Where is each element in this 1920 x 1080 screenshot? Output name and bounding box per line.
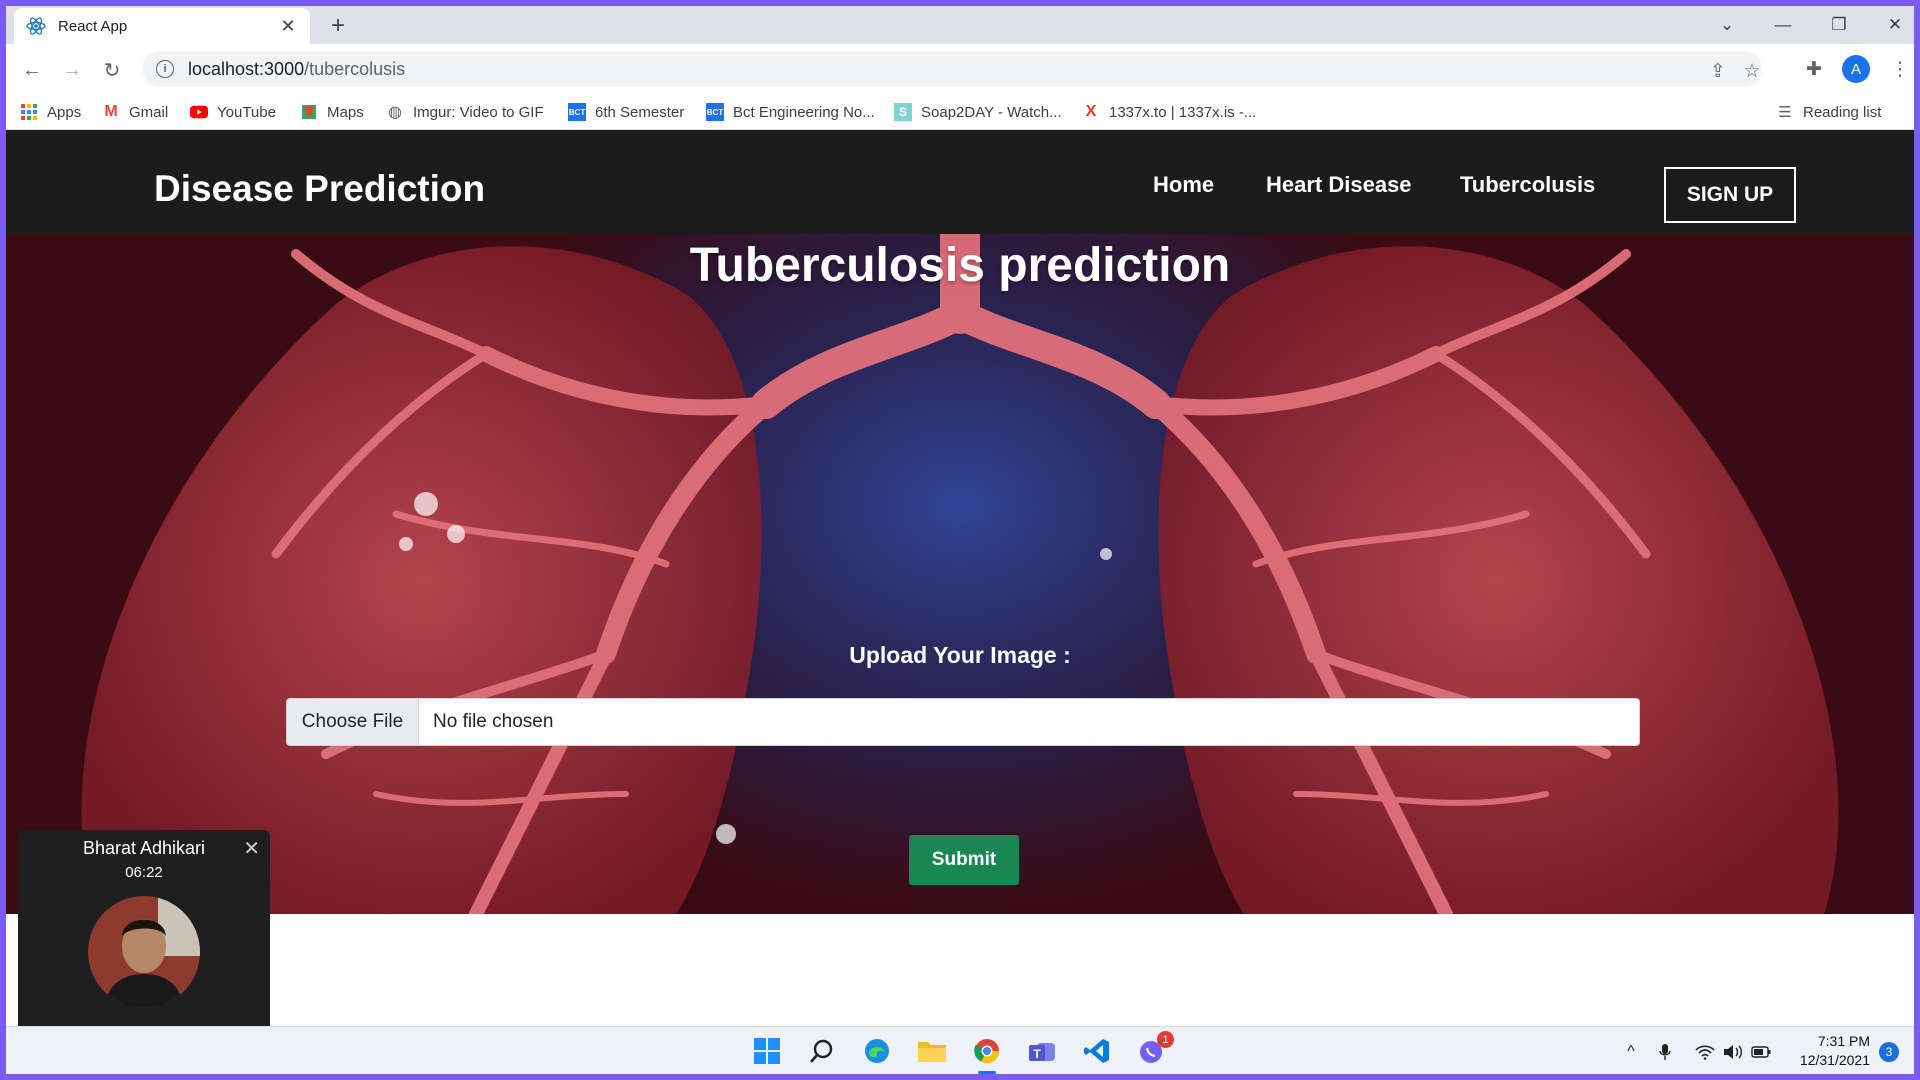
- 1337x-icon: X: [1085, 103, 1097, 120]
- lungs-background-image: [6, 234, 1914, 914]
- profile-avatar[interactable]: A: [1842, 55, 1870, 83]
- share-icon[interactable]: ⇪: [1706, 59, 1730, 83]
- restore-button[interactable]: ❐: [1811, 6, 1867, 44]
- address-bar[interactable]: i localhost:3000/tubercolusis ⇪ ☆: [142, 51, 1762, 87]
- clock-date: 12/31/2021: [1799, 1052, 1870, 1068]
- bookmark-1337x[interactable]: X 1337x.to | 1337x.is -...: [1082, 102, 1257, 122]
- close-window-button[interactable]: ✕: [1867, 6, 1914, 44]
- tab-strip: React App ✕ + ⌄ — ❐ ✕: [6, 6, 1914, 44]
- file-explorer-icon[interactable]: [916, 1035, 948, 1067]
- volume-icon[interactable]: [1722, 1041, 1744, 1063]
- soap2day-icon: S: [894, 103, 912, 121]
- bct-icon: BCT: [706, 103, 724, 121]
- bookmarks-bar: Apps M Gmail YouTube Maps ◍ Imgur: Video t…: [6, 94, 1914, 130]
- vscode-icon[interactable]: [1081, 1035, 1113, 1067]
- tab-react-app[interactable]: React App ✕: [14, 8, 310, 44]
- choose-file-button[interactable]: Choose File: [287, 699, 419, 745]
- reading-list-icon: ☰: [1778, 104, 1792, 121]
- signup-button[interactable]: SIGN UP: [1664, 167, 1796, 223]
- bookmark-imgur[interactable]: ◍ Imgur: Video to GIF: [386, 102, 544, 122]
- bookmark-youtube[interactable]: YouTube: [190, 102, 276, 122]
- svg-text:T: T: [1033, 1047, 1041, 1061]
- globe-icon: ◍: [388, 104, 402, 121]
- close-tab-icon[interactable]: ✕: [278, 16, 298, 37]
- maps-icon: [300, 103, 318, 121]
- react-icon: [26, 16, 46, 36]
- minimize-button[interactable]: —: [1755, 6, 1811, 44]
- bookmark-star-icon[interactable]: ☆: [1740, 59, 1764, 83]
- apps-grid-icon: [20, 103, 38, 121]
- back-icon[interactable]: ←: [18, 56, 46, 84]
- bookmark-6th-semester[interactable]: BCT 6th Semester: [568, 102, 684, 122]
- tab-search-icon[interactable]: ⌄: [1699, 6, 1755, 44]
- browser-window: React App ✕ + ⌄ — ❐ ✕ ← → ↻ i localhost:…: [6, 6, 1914, 1074]
- url-text: localhost:3000/tubercolusis: [188, 58, 406, 79]
- page-title: Tuberculosis prediction: [689, 239, 1231, 292]
- search-icon[interactable]: [806, 1035, 838, 1067]
- page-content: Disease Prediction Home Heart Disease Tu…: [6, 130, 1914, 1026]
- bookmark-maps[interactable]: Maps: [300, 102, 364, 122]
- site-brand[interactable]: Disease Prediction: [154, 168, 485, 210]
- viber-badge: 1: [1157, 1031, 1174, 1048]
- battery-icon[interactable]: [1750, 1041, 1772, 1063]
- edge-icon[interactable]: [861, 1035, 893, 1067]
- caller-avatar: [88, 896, 200, 1008]
- site-info-icon[interactable]: i: [156, 60, 174, 78]
- call-duration: 06:22: [125, 864, 163, 881]
- teams-icon[interactable]: T: [1026, 1035, 1058, 1067]
- file-status-text: No file chosen: [433, 711, 554, 732]
- active-app-indicator: [978, 1071, 996, 1074]
- submit-button[interactable]: Submit: [909, 835, 1019, 885]
- chevron-up-icon[interactable]: ^: [1620, 1041, 1642, 1063]
- extensions-icon[interactable]: ✚: [1802, 57, 1826, 81]
- notification-badge[interactable]: 3: [1879, 1042, 1899, 1062]
- upload-label: Upload Your Image :: [849, 642, 1071, 668]
- site-navbar: Disease Prediction Home Heart Disease Tu…: [6, 130, 1914, 234]
- reload-icon[interactable]: ↻: [98, 56, 126, 84]
- youtube-icon: [190, 103, 208, 121]
- system-clock[interactable]: 7:31 PM 12/31/2021: [1780, 1032, 1870, 1070]
- browser-toolbar: ← → ↻ i localhost:3000/tubercolusis ⇪ ☆ …: [6, 44, 1914, 94]
- tab-title: React App: [58, 17, 128, 35]
- bookmark-soap2day[interactable]: S Soap2DAY - Watch...: [894, 102, 1062, 122]
- nav-tubercolusis[interactable]: Tubercolusis: [1460, 172, 1595, 198]
- chrome-icon[interactable]: [971, 1035, 1003, 1067]
- clock-time: 7:31 PM: [1817, 1033, 1870, 1049]
- nav-heart-disease[interactable]: Heart Disease: [1266, 172, 1412, 198]
- nav-home[interactable]: Home: [1153, 172, 1214, 198]
- windows-start-icon[interactable]: [751, 1035, 783, 1067]
- microphone-tray-icon[interactable]: [1654, 1041, 1676, 1063]
- bookmark-apps[interactable]: Apps: [20, 102, 81, 122]
- hero-section: Tuberculosis prediction Upload Your Imag…: [6, 234, 1914, 914]
- bookmark-bct-engineering[interactable]: BCT Bct Engineering No...: [706, 102, 875, 122]
- caller-name: Bharat Adhikari: [82, 838, 206, 858]
- gmail-icon: M: [104, 103, 118, 120]
- windows-taskbar: T 1 ^ 7:31 PM 12/31/2021 3: [6, 1026, 1914, 1074]
- close-call-widget-icon[interactable]: ✕: [243, 836, 260, 861]
- reading-list[interactable]: ☰ Reading list: [1776, 102, 1881, 122]
- file-input[interactable]: Choose File No file chosen: [286, 698, 1640, 746]
- bookmark-gmail[interactable]: M Gmail: [102, 102, 168, 122]
- forward-icon[interactable]: →: [58, 56, 86, 84]
- wifi-icon[interactable]: [1694, 1041, 1716, 1063]
- new-tab-button[interactable]: +: [324, 12, 352, 40]
- chrome-menu-icon[interactable]: ⋮: [1888, 57, 1912, 81]
- bct-icon: BCT: [568, 103, 586, 121]
